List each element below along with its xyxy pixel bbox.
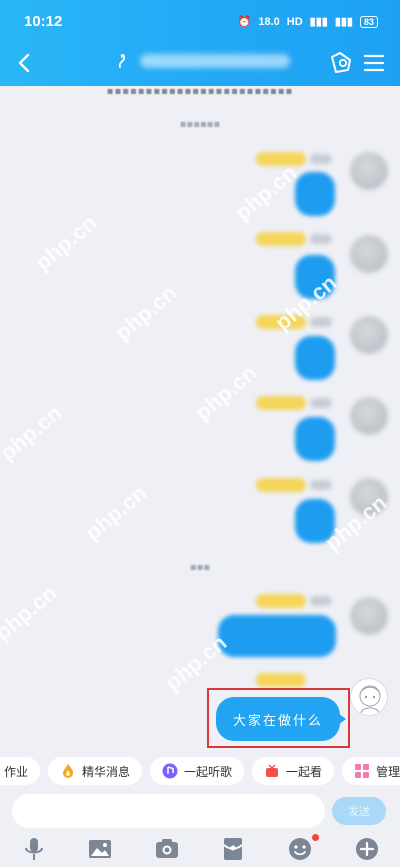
send-button[interactable]: 发送: [332, 797, 386, 825]
net-speed: 18.0: [258, 15, 280, 28]
member-title-redacted: [256, 315, 306, 329]
watermark: php.cn: [80, 479, 152, 546]
quick-actions-bar: 作业 精华消息 一起听歌 一起看 管理: [0, 757, 400, 789]
member-name-redacted: [310, 398, 332, 408]
chat-header: [0, 42, 400, 86]
member-name-redacted: [310, 596, 332, 606]
watermark: php.cn: [30, 209, 102, 276]
camera-icon[interactable]: [154, 836, 180, 862]
highlight-box: [207, 688, 350, 748]
quick-action-label: 一起听歌: [184, 764, 233, 779]
image-icon[interactable]: [87, 836, 113, 862]
avatar[interactable]: [350, 152, 388, 190]
member-title-redacted: [256, 152, 306, 166]
watermark: php.cn: [230, 159, 302, 226]
quick-action-manage[interactable]: 管理: [342, 757, 400, 785]
chat-title[interactable]: [116, 52, 290, 70]
message-bubble-redacted[interactable]: [295, 336, 335, 380]
avatar[interactable]: [350, 478, 388, 516]
avatar[interactable]: [350, 316, 388, 354]
hd-label: HD: [286, 15, 303, 28]
quick-action-label: 一起看: [286, 764, 323, 779]
top-bar: 10:12 ⏰ 18.0 HD ▮▮▮ ▮▮▮ 83: [0, 0, 400, 86]
quick-action-watch-together[interactable]: 一起看: [252, 757, 335, 785]
message-bubble-redacted[interactable]: [295, 499, 335, 543]
tv-icon: [266, 764, 279, 777]
member-title-redacted: [256, 232, 306, 246]
message-bubble-redacted[interactable]: [295, 255, 335, 299]
avatar[interactable]: [350, 678, 388, 716]
status-icons: ⏰ 18.0 HD ▮▮▮ ▮▮▮ 83: [238, 15, 378, 28]
message-bubble-redacted[interactable]: [295, 172, 335, 216]
timestamp-redacted: ▪▪▪▪▪▪: [179, 119, 221, 130]
emoji-icon[interactable]: [287, 836, 313, 862]
member-title-redacted: [256, 673, 306, 687]
group-info-icon[interactable]: [326, 48, 356, 78]
message-bubble-redacted[interactable]: [218, 615, 336, 657]
flame-icon: [63, 764, 74, 778]
input-toolbar: [0, 831, 400, 867]
member-name-redacted: [310, 480, 332, 490]
member-name-redacted: [310, 234, 332, 244]
status-bar: 10:12 ⏰ 18.0 HD ▮▮▮ ▮▮▮ 83: [0, 0, 400, 42]
quick-action-label: 精华消息: [82, 764, 131, 779]
member-title-redacted: [256, 396, 306, 410]
quick-action-label: 管理: [376, 764, 400, 779]
quick-action-featured-messages[interactable]: 精华消息: [48, 757, 143, 785]
notification-dot: [312, 834, 319, 841]
hamburger-menu-icon[interactable]: [359, 48, 389, 78]
member-title-redacted: [256, 478, 306, 492]
signal-icon-2: ▮▮▮: [334, 16, 353, 28]
avatar[interactable]: [350, 397, 388, 435]
avatar[interactable]: [350, 597, 388, 635]
battery-icon: 83: [359, 15, 378, 28]
system-notice-redacted: ▪▪▪▪▪▪▪▪▪▪▪▪▪▪▪▪▪▪▪▪▪▪▪▪: [106, 86, 294, 97]
watermark: php.cn: [110, 279, 182, 346]
watermark: php.cn: [0, 399, 67, 466]
chevron-left-icon[interactable]: [10, 48, 40, 78]
member-name-redacted: [310, 317, 332, 327]
message-input[interactable]: [12, 794, 325, 828]
avatar[interactable]: [350, 235, 388, 273]
status-time: 10:12: [24, 13, 63, 30]
anime-avatar-icon: [359, 685, 381, 714]
timestamp-redacted-2: ▪▪▪: [189, 562, 211, 573]
signal-icon: ▮▮▮: [309, 16, 328, 28]
red-packet-icon[interactable]: [220, 836, 246, 862]
music-icon: [162, 763, 178, 779]
quick-action-listen-together[interactable]: 一起听歌: [150, 757, 245, 785]
watermark: php.cn: [190, 359, 262, 426]
quick-action-homework[interactable]: 作业: [0, 757, 41, 785]
plus-icon[interactable]: [354, 836, 380, 862]
member-name-redacted: [310, 154, 332, 164]
member-title-redacted: [256, 594, 306, 608]
group-badge-icon: [118, 54, 126, 68]
watermark: php.cn: [0, 579, 62, 646]
alarm-icon: ⏰: [237, 16, 252, 28]
chat-title-redacted: [140, 54, 290, 68]
message-bubble-redacted[interactable]: [295, 417, 335, 461]
manage-icon: [355, 764, 370, 778]
microphone-icon[interactable]: [21, 836, 47, 862]
quick-action-label: 作业: [4, 764, 29, 779]
